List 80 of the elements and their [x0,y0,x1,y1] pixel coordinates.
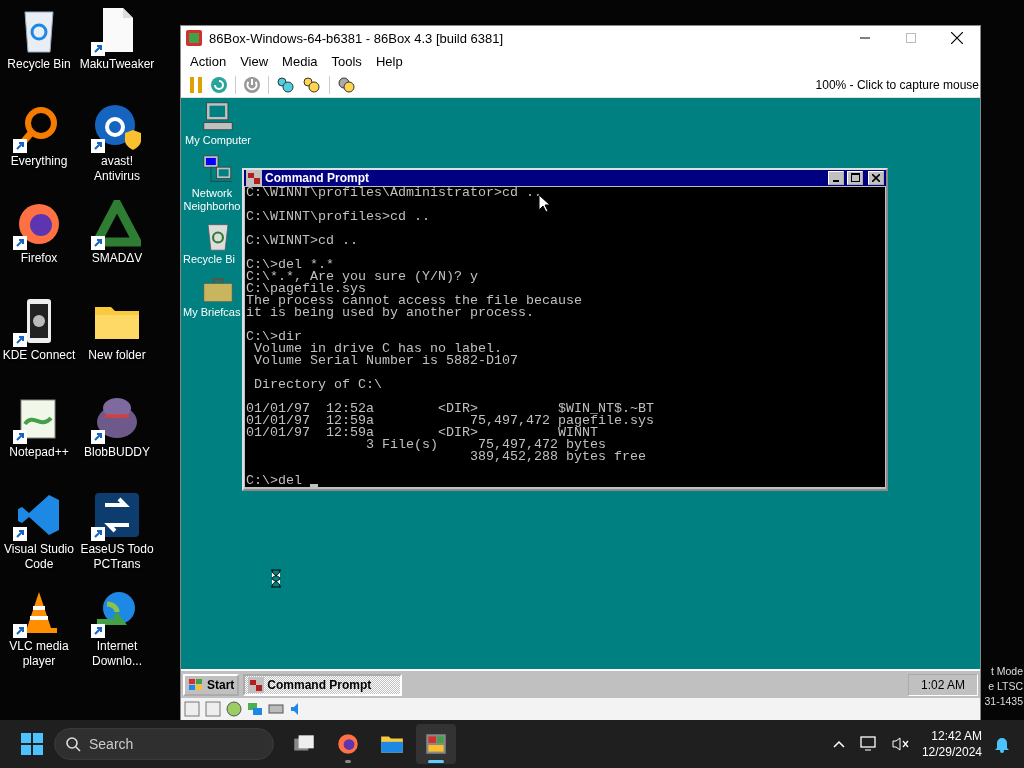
desktop-icon-label[interactable]: BlobBUDDY [78,445,156,460]
windows-logo-icon [20,732,44,756]
close-icon [872,173,880,182]
console-line: C:\WINNT\profiles>cd .. [246,210,431,223]
hourglass-icon [270,569,282,588]
minimize-button[interactable] [828,170,844,185]
desktop-icon-label[interactable]: KDE Connect [0,348,78,363]
power-icon [243,75,261,94]
maximize-button[interactable] [847,170,863,185]
close-icon [951,32,963,45]
console-line: 389,452,288 bytes free [468,450,647,463]
maximize-icon [906,33,916,44]
search-icon [65,736,81,752]
console-line: Volume Serial Number is 5882-D107 [253,354,519,367]
windows-logo-icon [188,677,204,692]
desktop-icon-label[interactable]: Notepad++ [0,445,78,460]
start-button[interactable]: Start [183,673,240,696]
console-line: Directory of C:\ [253,378,383,391]
minimize-icon [833,179,839,182]
clock[interactable]: 12:42 AM 12/29/2024 [921,728,982,760]
desktop-icon-label[interactable]: SMADΔV [78,251,156,266]
desktop-icon-label[interactable]: Recycle Bin [0,57,78,72]
clock: 1:02 AM [907,673,978,696]
console-line: C:\WINNT>cd .. [246,234,359,247]
window-title: 86Box-Windows-64-b6381 - 86Box 4.3 [build 6381] [209,30,505,46]
desktop-icon-label[interactable]: VLC media player [0,639,78,669]
taskbar-button[interactable]: Command Prompt [243,673,403,696]
desktop-icon-label[interactable]: Visual Studio Code [0,542,78,572]
desktop-icon-label[interactable]: Recycle Bi [183,252,235,266]
desktop-icon-label[interactable]: EaseUS Todo PCTrans [78,542,156,572]
console-line: it is being used by another process. [246,306,535,319]
desktop-icon-label[interactable]: avast! Antivirus [78,154,156,184]
menu-item[interactable]: View [233,52,276,72]
status-text: 100% - Click to capture mouse [815,77,980,92]
close-button[interactable] [868,170,884,185]
console-line: 01/01/97 12:59a <DIR> WINNT [246,426,598,439]
desktop-icon-label[interactable]: Internet Downlo... [78,639,156,669]
power-button[interactable] [242,74,262,95]
console-line: The process cannot access the file because [246,294,583,307]
reset-icon [210,75,228,94]
desktop-icon-label[interactable]: Everything [0,154,78,169]
settings-button[interactable] [336,74,358,95]
console-line: 3 File(s) 75,497,472 bytes [364,438,607,451]
console-line: 01/01/97 12:59a 75,497,472 pagefile.sys [246,414,655,427]
search-field[interactable]: Search [54,728,274,760]
text-cursor [310,483,318,487]
transfer-icon [93,491,141,539]
mouse-pointer-icon [538,194,550,213]
desktop-icon-label[interactable]: MakuTweaker [78,57,156,72]
menu-item[interactable]: Help [368,52,410,72]
console-line: C:\>del *.* [246,258,335,271]
console-line: 01/01/97 12:52a <DIR> $WIN_NT$.~BT [246,402,655,415]
gear-button[interactable] [275,74,297,95]
gear-icon [337,75,357,94]
gear-button[interactable] [301,74,323,95]
ms-dos-icon [248,676,265,693]
console-line: C:\pagefile.sys [246,282,366,295]
os-notice-text: t Mode [990,664,1023,679]
menu-item[interactable]: Media [275,52,325,72]
cd-icon[interactable] [226,701,242,718]
desktop-icon-label[interactable]: My Computer [185,133,251,147]
menu-item[interactable]: Action [183,52,234,72]
console-line: C:\WINNT\profiles\Administrator>cd .. [246,186,543,199]
menu-item[interactable]: Tools [324,52,369,72]
os-notice-text: 31-1435 [984,694,1023,709]
pause-icon [188,75,204,94]
console-line: Volume in drive C has no label. [253,342,502,355]
console-line: C:\>dir [246,330,303,343]
console-line: C:\>del [246,474,302,487]
app-logo-icon [186,30,202,47]
desktop-icon-label[interactable]: Network Neighborho [183,186,241,213]
window-title: Command Prompt [265,170,369,185]
reset-button[interactable] [209,74,229,95]
os-notice-text: e LTSC [988,679,1023,694]
maximize-icon [850,173,860,183]
desktop-icon-label[interactable]: New folder [78,348,156,363]
triangle-icon [93,200,141,248]
console-line: C:\*.*, Are you sure (Y/N)? y [246,270,479,283]
desktop-icon-label[interactable]: Firefox [0,251,78,266]
desktop-icon-label[interactable]: My Briefcas [183,305,241,319]
